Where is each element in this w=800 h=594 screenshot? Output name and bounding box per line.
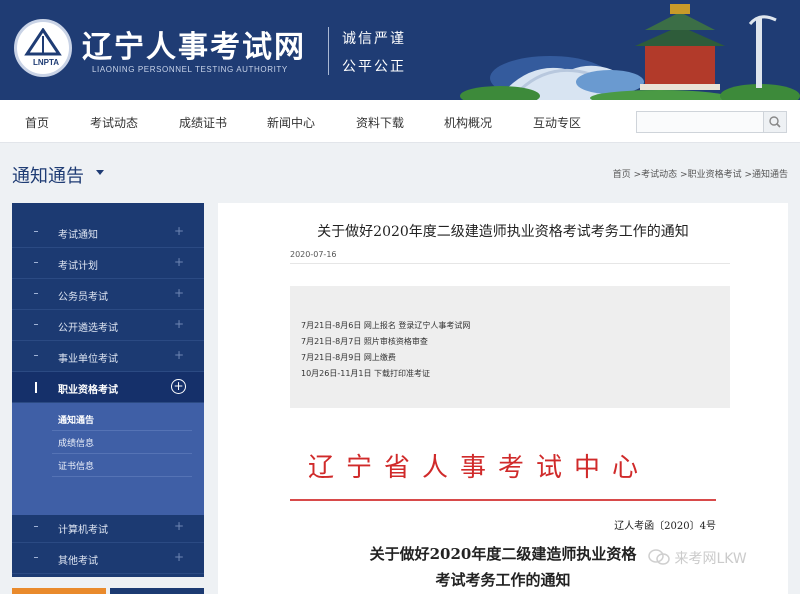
site-header: LNPTA 辽宁人事考试网 LIAONING PERSONNEL TESTING… bbox=[0, 0, 800, 100]
document-issuer: 辽宁省人事考试中心 bbox=[308, 453, 651, 483]
bullet-icon bbox=[34, 293, 38, 294]
sidebar-item-professional-qualification[interactable]: 职业资格考试 + bbox=[12, 372, 204, 403]
breadcrumb[interactable]: 首页 >考试动态 >职业资格考试 >通知通告 bbox=[613, 167, 788, 180]
bullet-icon bbox=[34, 355, 38, 356]
motto-line1: 诚信严谨 bbox=[342, 31, 406, 47]
sidebar-item-label: 公务员考试 bbox=[58, 292, 108, 303]
plus-icon[interactable]: + bbox=[174, 550, 184, 564]
sidebar-item-open-selection[interactable]: 公开遴选考试 + bbox=[12, 310, 204, 341]
schedule-box: 7月21日-8月6日 网上报名 登录辽宁人事考试网 7月21日-8月7日 照片审… bbox=[290, 286, 730, 408]
active-marker-icon bbox=[35, 382, 37, 393]
plus-circle-icon[interactable]: + bbox=[171, 379, 186, 394]
nav-downloads[interactable]: 资料下载 bbox=[356, 114, 404, 131]
logo-emblem-icon bbox=[24, 28, 62, 56]
sidebar-item-label: 公开遴选考试 bbox=[58, 323, 118, 334]
watermark-text: 来考网LKW bbox=[674, 551, 747, 567]
watermark: 来考网LKW bbox=[648, 548, 747, 568]
sidebar-item-computer-exam[interactable]: 计算机考试 + bbox=[12, 512, 204, 543]
chevron-down-icon[interactable] bbox=[96, 170, 104, 175]
sidebar-item-label: 事业单位考试 bbox=[58, 354, 118, 365]
sidebar-subitem-scores[interactable]: 成绩信息 bbox=[58, 436, 94, 449]
plus-icon[interactable]: + bbox=[174, 317, 184, 331]
red-divider bbox=[290, 499, 716, 501]
sidebar-menu: 考试通知 + 考试计划 + 公务员考试 + 公开遴选考试 + 事业单位考试 + … bbox=[12, 203, 204, 577]
nav-about[interactable]: 机构概况 bbox=[444, 114, 492, 131]
nav-scores-certificates[interactable]: 成绩证书 bbox=[179, 114, 227, 131]
divider bbox=[290, 263, 730, 264]
sidebar-item-exam-notices[interactable]: 考试通知 + bbox=[12, 217, 204, 248]
logo-abbr: LNPTA bbox=[32, 58, 60, 67]
sidebar-item-label: 计算机考试 bbox=[58, 525, 108, 536]
bullet-icon bbox=[34, 526, 38, 527]
plus-icon[interactable]: + bbox=[174, 255, 184, 269]
document-number: 辽人考函〔2020〕4号 bbox=[614, 521, 716, 532]
article-title: 关于做好2020年度二级建造师执业资格考试考务工作的通知 bbox=[317, 224, 689, 240]
document-title-line2: 考试考务工作的通知 bbox=[435, 571, 571, 589]
sidebar-subitem-certificates[interactable]: 证书信息 bbox=[58, 459, 94, 472]
search-icon bbox=[769, 116, 781, 128]
bullet-icon bbox=[34, 262, 38, 263]
plus-icon[interactable]: + bbox=[174, 348, 184, 362]
site-title: 辽宁人事考试网 bbox=[82, 30, 306, 65]
search-input[interactable] bbox=[636, 111, 764, 133]
schedule-line: 7月21日-8月9日 网上缴费 bbox=[301, 353, 396, 362]
sidebar-item-label: 职业资格考试 bbox=[58, 385, 118, 396]
divider bbox=[52, 476, 192, 477]
search-button[interactable] bbox=[763, 111, 787, 133]
bullet-icon bbox=[34, 557, 38, 558]
article-panel: 关于做好2020年度二级建造师执业资格考试考务工作的通知 2020-07-16 … bbox=[218, 203, 788, 594]
schedule-line: 7月21日-8月7日 照片审核资格审查 bbox=[301, 337, 428, 346]
sidebar-item-exam-plans[interactable]: 考试计划 + bbox=[12, 248, 204, 279]
nav-exam-news[interactable]: 考试动态 bbox=[90, 114, 138, 131]
sidebar-item-civil-service[interactable]: 公务员考试 + bbox=[12, 279, 204, 310]
main-nav: 首页 考试动态 成绩证书 新闻中心 资料下载 机构概况 互动专区 bbox=[0, 100, 800, 143]
sidebar-item-label: 考试计划 bbox=[58, 261, 98, 272]
schedule-line: 7月21日-8月6日 网上报名 登录辽宁人事考试网 bbox=[301, 321, 471, 330]
plus-icon[interactable]: + bbox=[174, 224, 184, 238]
site-subtitle: LIAONING PERSONNEL TESTING AUTHORITY bbox=[92, 65, 288, 74]
sidebar-item-public-institution[interactable]: 事业单位考试 + bbox=[12, 341, 204, 372]
sidebar-footer-orange-block[interactable] bbox=[12, 588, 106, 594]
city-skyline-illustration bbox=[460, 0, 800, 100]
motto-line2: 公平公正 bbox=[342, 59, 406, 75]
sidebar-subitem-notices[interactable]: 通知通告 bbox=[58, 413, 94, 426]
header-divider bbox=[328, 27, 329, 75]
bullet-icon bbox=[34, 231, 38, 232]
section-title[interactable]: 通知通告 bbox=[12, 162, 84, 188]
bullet-icon bbox=[34, 324, 38, 325]
sidebar-item-label: 其他考试 bbox=[58, 556, 98, 567]
sidebar-item-label: 考试通知 bbox=[58, 230, 98, 241]
wechat-icon bbox=[648, 549, 670, 565]
plus-icon[interactable]: + bbox=[174, 286, 184, 300]
divider bbox=[52, 430, 192, 431]
site-logo[interactable]: LNPTA bbox=[14, 19, 72, 77]
article-date: 2020-07-16 bbox=[290, 250, 337, 259]
sidebar-footer-blue-block[interactable] bbox=[110, 588, 204, 594]
nav-news-center[interactable]: 新闻中心 bbox=[267, 114, 315, 131]
nav-interactive[interactable]: 互动专区 bbox=[533, 114, 581, 131]
schedule-line: 10月26日-11月1日 下载打印准考证 bbox=[301, 369, 431, 378]
sidebar-item-other-exams[interactable]: 其他考试 + bbox=[12, 543, 204, 574]
plus-icon[interactable]: + bbox=[174, 519, 184, 533]
divider bbox=[52, 453, 192, 454]
nav-home[interactable]: 首页 bbox=[25, 114, 49, 131]
sidebar-subpanel: 通知通告 成绩信息 证书信息 bbox=[12, 403, 204, 515]
